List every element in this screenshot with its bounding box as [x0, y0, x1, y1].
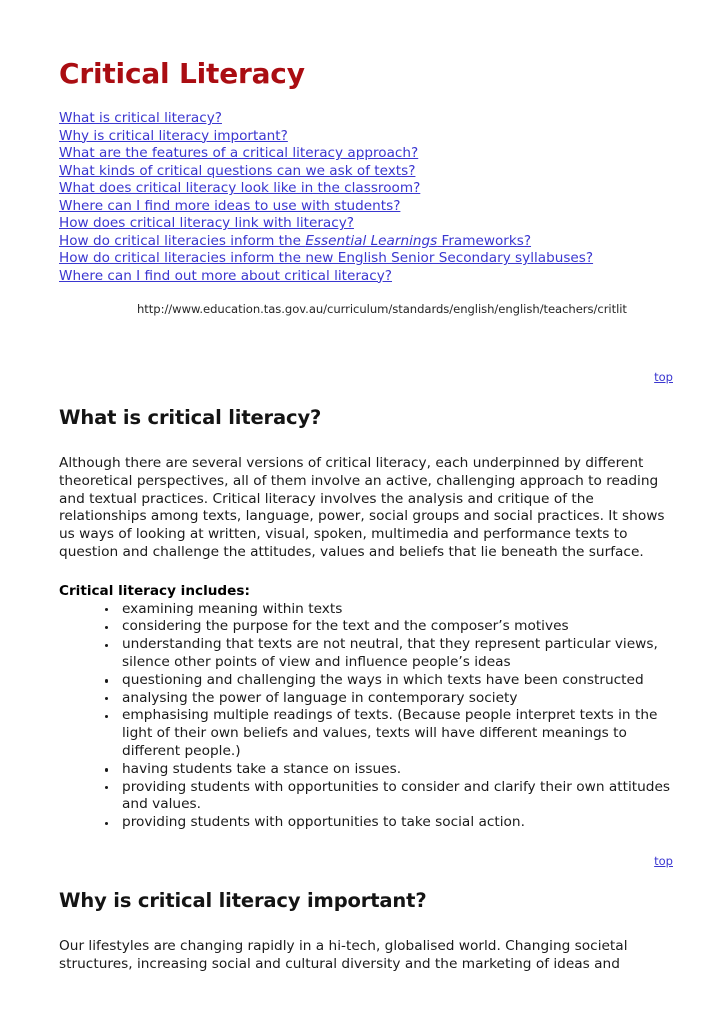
list-item: analysing the power of language in conte…	[104, 690, 673, 708]
toc-link-features-of-approach[interactable]: What are the features of a critical lite…	[59, 145, 418, 161]
back-to-top-row-1: top	[59, 317, 673, 384]
toc-link-text-suffix: Frameworks?	[437, 232, 532, 249]
critical-literacy-includes-list: examining meaning within texts consideri…	[59, 601, 673, 832]
list-item: How do critical literacies inform the Es…	[59, 233, 673, 251]
list-item: considering the purpose for the text and…	[104, 618, 673, 636]
source-url: http://www.education.tas.gov.au/curricul…	[137, 302, 627, 316]
toc-link-senior-secondary-syllabuses[interactable]: How do critical literacies inform the ne…	[59, 250, 593, 266]
toc-link-find-out-more[interactable]: Where can I find out more about critical…	[59, 268, 392, 284]
bullet-list-lead-in: Critical literacy includes:	[59, 582, 250, 599]
toc-link-essential-learnings-frameworks[interactable]: How do critical literacies inform the Es…	[59, 233, 531, 249]
list-item: How does critical literacy link with lit…	[59, 215, 673, 233]
back-to-top-link[interactable]: top	[654, 370, 673, 384]
toc-link-link-with-literacy[interactable]: How does critical literacy link with lit…	[59, 215, 354, 231]
list-item: providing students with opportunities to…	[104, 779, 673, 815]
section-heading-why-is-critical-literacy-important: Why is critical literacy important?	[59, 888, 427, 912]
toc-link-more-ideas-for-students[interactable]: Where can I find more ideas to use with …	[59, 198, 400, 214]
toc-link-text-italic: Essential Learnings	[305, 232, 438, 249]
list-item: having students take a stance on issues.	[104, 761, 673, 779]
list-item: questioning and challenging the ways in …	[104, 672, 673, 690]
section-heading-what-is-critical-literacy: What is critical literacy?	[59, 406, 322, 429]
list-item: examining meaning within texts	[104, 601, 673, 619]
page-title: Critical Literacy	[59, 57, 305, 90]
list-item: understanding that texts are not neutral…	[104, 636, 673, 672]
list-item: What kinds of critical questions can we …	[59, 163, 673, 181]
toc-link-why-is-critical-literacy-important[interactable]: Why is critical literacy important?	[59, 128, 288, 144]
document-page: Critical Literacy What is critical liter…	[0, 0, 725, 1024]
back-to-top-link[interactable]: top	[654, 854, 673, 868]
list-item: Why is critical literacy important?	[59, 128, 673, 146]
toc-link-kinds-of-critical-questions[interactable]: What kinds of critical questions can we …	[59, 163, 415, 179]
list-item: Where can I find out more about critical…	[59, 268, 673, 286]
back-to-top-row-2: top	[59, 832, 673, 868]
list-item: What does critical literacy look like in…	[59, 180, 673, 198]
section-paragraph-why-is-critical-literacy-important: Our lifestyles are changing rapidly in a…	[59, 937, 628, 972]
toc-link-text-prefix: How do critical literacies inform the	[59, 232, 306, 249]
list-item: What are the features of a critical lite…	[59, 145, 673, 163]
toc-link-look-like-in-classroom[interactable]: What does critical literacy look like in…	[59, 180, 420, 196]
list-item: emphasising multiple readings of texts. …	[104, 707, 673, 760]
list-item: providing students with opportunities to…	[104, 814, 673, 832]
list-item: How do critical literacies inform the ne…	[59, 250, 673, 268]
list-item: Where can I find more ideas to use with …	[59, 198, 673, 216]
section-paragraph-what-is-critical-literacy: Although there are several versions of c…	[59, 455, 665, 560]
table-of-contents: What is critical literacy? Why is critic…	[59, 91, 673, 285]
list-item: What is critical literacy?	[59, 110, 673, 128]
toc-link-what-is-critical-literacy[interactable]: What is critical literacy?	[59, 110, 222, 126]
